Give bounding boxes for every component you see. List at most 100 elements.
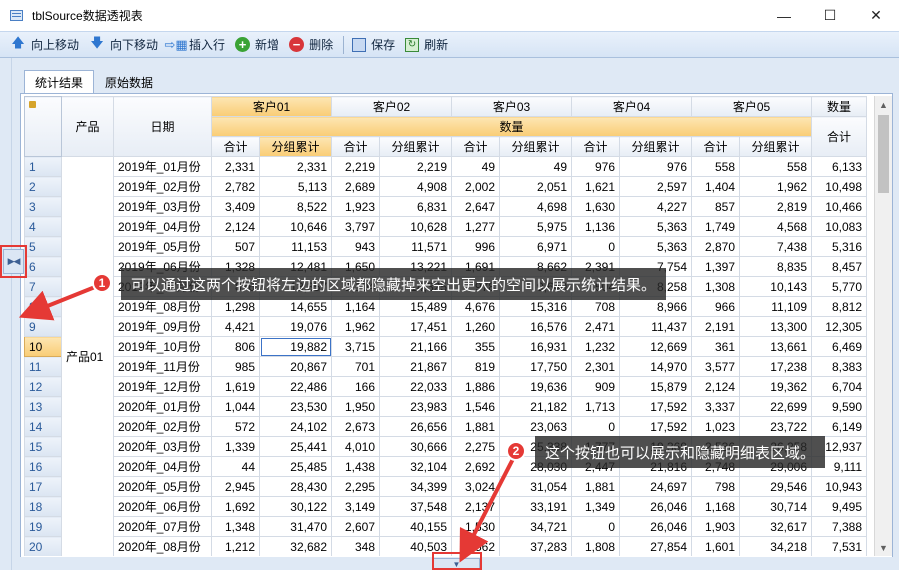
value-cell[interactable]: 27,854 [619,536,692,556]
value-cell[interactable]: 3,797 [331,216,380,237]
value-cell[interactable]: 1,404 [691,176,740,197]
col-header-measure[interactable]: 数量 [211,116,812,137]
value-cell[interactable]: 21,867 [379,356,452,377]
col-header-customer[interactable]: 客户03 [451,96,572,117]
value-cell[interactable]: 26,656 [379,416,452,437]
date-cell[interactable]: 2019年_05月份 [113,236,212,257]
col-header-subtotal[interactable]: 合计 [451,136,500,157]
move-down-button[interactable]: 🡇 向下移动 [85,33,164,56]
value-cell[interactable]: 909 [571,376,620,397]
value-cell[interactable]: 6,831 [379,196,452,217]
col-header-total-group[interactable]: 数量 [811,96,867,117]
value-cell[interactable]: 13,300 [739,316,812,337]
value-cell[interactable]: 976 [619,156,692,177]
value-cell[interactable]: 19,636 [499,376,572,397]
table-row[interactable]: 17 2020年_05月份 2,945 28,430 2,295 34,399 3,024 3… [24,476,867,497]
table-row[interactable]: 2 2019年_02月份 2,782 5,113 2,689 4,908 2,002 2,05… [24,176,867,197]
value-cell[interactable]: 6,704 [811,376,867,397]
col-header-cumulative[interactable]: 分组累计 [379,136,452,157]
value-cell[interactable]: 8,522 [259,196,332,217]
value-cell[interactable]: 4,010 [331,436,380,457]
value-cell[interactable]: 9,590 [811,396,867,417]
value-cell[interactable]: 17,750 [499,356,572,377]
value-cell[interactable]: 4,421 [211,316,260,337]
scroll-thumb[interactable] [878,115,889,193]
table-row[interactable]: 10 2019年_10月份 806 19,882 3,715 21,166 355 16,93… [24,336,867,357]
value-cell[interactable]: 2,191 [691,316,740,337]
value-cell[interactable]: 10,498 [811,176,867,197]
date-cell[interactable]: 2019年_02月份 [113,176,212,197]
value-cell[interactable]: 33,191 [499,496,572,517]
value-cell[interactable]: 23,063 [499,416,572,437]
value-cell[interactable]: 1,630 [571,196,620,217]
row-header[interactable]: 2 [24,176,62,197]
table-row[interactable]: 12 2019年_12月份 1,619 22,486 166 22,033 1,886 19,… [24,376,867,397]
value-cell[interactable]: 507 [211,236,260,257]
value-cell[interactable]: 966 [691,296,740,317]
date-cell[interactable]: 2019年_10月份 [113,336,212,357]
value-cell[interactable]: 1,962 [739,176,812,197]
value-cell[interactable]: 0 [571,516,620,537]
table-row[interactable]: 1 产品01 2019年_01月份 2,331 2,331 2,219 2,219 49 49 9… [24,156,867,556]
value-cell[interactable]: 2,219 [379,156,452,177]
value-cell[interactable]: 15,879 [619,376,692,397]
value-cell[interactable]: 37,283 [499,536,572,556]
value-cell[interactable]: 1,692 [211,496,260,517]
value-cell[interactable]: 3,577 [691,356,740,377]
value-cell[interactable]: 1,881 [571,476,620,497]
value-cell[interactable]: 1,308 [691,276,740,297]
value-cell[interactable]: 2,124 [691,376,740,397]
value-cell[interactable]: 355 [451,336,500,357]
refresh-button[interactable]: ↻ 刷新 [401,33,454,56]
value-cell[interactable]: 1,212 [211,536,260,556]
vertical-scrollbar[interactable]: ▲ ▼ [874,96,892,556]
move-up-button[interactable]: 🡅 向上移动 [6,33,85,56]
value-cell[interactable]: 2,647 [451,196,500,217]
close-button[interactable]: ✕ [853,0,899,31]
value-cell[interactable]: 16,576 [499,316,572,337]
value-cell[interactable]: 6,149 [811,416,867,437]
value-cell[interactable]: 1,903 [691,516,740,537]
value-cell[interactable]: 0 [571,416,620,437]
value-cell[interactable]: 10,943 [811,476,867,497]
value-cell[interactable]: 558 [691,156,740,177]
value-cell[interactable]: 1,619 [211,376,260,397]
value-cell[interactable]: 2,819 [739,196,812,217]
row-header[interactable]: 18 [24,496,62,517]
value-cell[interactable]: 3,024 [451,476,500,497]
row-header[interactable]: 13 [24,396,62,417]
col-header-customer[interactable]: 客户01 [211,96,332,117]
date-cell[interactable]: 2019年_01月份 [113,156,212,177]
col-header-subtotal[interactable]: 合计 [571,136,620,157]
value-cell[interactable]: 13,661 [739,336,812,357]
value-cell[interactable]: 10,083 [811,216,867,237]
value-cell[interactable]: 17,592 [619,416,692,437]
value-cell[interactable]: 1,749 [691,216,740,237]
scroll-up-icon[interactable]: ▲ [875,96,892,113]
value-cell[interactable]: 11,571 [379,236,452,257]
row-header[interactable]: 17 [24,476,62,497]
value-cell[interactable]: 19,076 [259,316,332,337]
value-cell[interactable]: 4,568 [739,216,812,237]
grid-corner[interactable] [24,96,62,157]
value-cell[interactable]: 30,714 [739,496,812,517]
minimize-button[interactable]: — [761,0,807,31]
date-cell[interactable]: 2019年_09月份 [113,316,212,337]
value-cell[interactable]: 2,219 [331,156,380,177]
value-cell[interactable]: 5,316 [811,236,867,257]
value-cell[interactable]: 976 [571,156,620,177]
col-header-customer[interactable]: 客户02 [331,96,452,117]
value-cell[interactable]: 2,689 [331,176,380,197]
value-cell[interactable]: 1,260 [451,316,500,337]
value-cell[interactable]: 1,601 [691,536,740,556]
value-cell[interactable]: 6,469 [811,336,867,357]
value-cell[interactable]: 2,002 [451,176,500,197]
row-header[interactable]: 14 [24,416,62,437]
value-cell[interactable]: 4,698 [499,196,572,217]
value-cell[interactable]: 943 [331,236,380,257]
value-cell[interactable]: 2,137 [451,496,500,517]
value-cell[interactable]: 4,908 [379,176,452,197]
value-cell[interactable]: 2,945 [211,476,260,497]
value-cell[interactable]: 44 [211,456,260,477]
col-header-subtotal[interactable]: 合计 [211,136,260,157]
